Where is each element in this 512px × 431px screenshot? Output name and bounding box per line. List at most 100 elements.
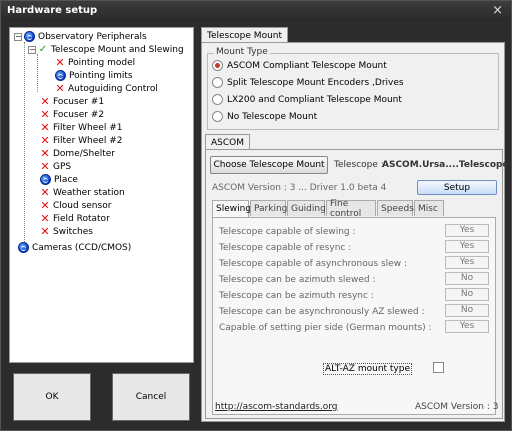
tree-item-label: Cameras (CCD/CMOS) xyxy=(32,242,132,253)
globe-icon xyxy=(55,70,66,81)
tree-item-pointing-model[interactable]: ✕ Pointing model xyxy=(55,56,135,69)
tree-connector xyxy=(37,54,38,92)
capability-value: No xyxy=(445,304,489,317)
ascom-standards-link[interactable]: http://ascom-standards.org xyxy=(215,402,337,412)
subtab-fine-control[interactable]: Fine control xyxy=(326,199,376,219)
subtab-bar: Slewing Parking Guiding Fine control Speeds M… xyxy=(212,199,496,219)
telescope-name: ASCOM.Ursa....Telescope xyxy=(382,160,509,170)
checkmark-icon: ✓ xyxy=(38,44,48,55)
tree-item-label: Focuser #2 xyxy=(53,109,105,120)
capability-label: Telescope capable of asynchronous slew : xyxy=(219,259,407,269)
tree-item-switches[interactable]: ✕ Switches xyxy=(40,225,93,238)
tree-item-cameras[interactable]: Cameras (CCD/CMOS) xyxy=(18,241,131,254)
capability-row: Telescope can be azimuth resync : No xyxy=(219,288,489,304)
tree-item-label: Pointing limits xyxy=(69,70,133,81)
close-icon[interactable]: × xyxy=(492,3,503,18)
window-title: Hardware setup xyxy=(7,5,98,16)
hardware-setup-window: Hardware setup × − Observatory Periphera… xyxy=(0,0,512,431)
tree-root[interactable]: − Observatory Peripherals xyxy=(14,30,147,43)
collapse-icon[interactable]: − xyxy=(28,45,36,54)
capability-value: Yes xyxy=(445,240,489,253)
tree-item-cloud-sensor[interactable]: ✕ Cloud sensor xyxy=(40,199,111,212)
error-x-icon: ✕ xyxy=(55,81,65,95)
radio-button[interactable] xyxy=(212,94,223,105)
tree-item-label: GPS xyxy=(53,161,72,172)
globe-icon xyxy=(18,242,29,253)
tree-item-filter-wheel-1[interactable]: ✕ Filter Wheel #1 xyxy=(40,121,122,134)
tree-item-filter-wheel-2[interactable]: ✕ Filter Wheel #2 xyxy=(40,134,122,147)
error-x-icon: ✕ xyxy=(55,55,65,69)
tree-item-weather-station[interactable]: ✕ Weather station xyxy=(40,185,125,199)
mount-type-option-label: Split Telescope Mount Encoders ,Drives xyxy=(227,77,404,88)
tree-item-telescope-mount[interactable]: − ✓ Telescope Mount and Slewing xyxy=(28,43,184,56)
subtab-parking[interactable]: Parking xyxy=(250,200,287,216)
tree-item-label: Pointing model xyxy=(68,57,136,68)
capability-row: Telescope can be azimuth slewed : No xyxy=(219,272,489,288)
collapse-icon[interactable]: − xyxy=(14,32,22,41)
subtab-misc[interactable]: Misc xyxy=(414,200,444,216)
capability-value: No xyxy=(445,288,489,301)
mount-type-option[interactable]: LX200 and Compliant Telescope Mount xyxy=(212,94,402,105)
mount-type-option-label: ASCOM Compliant Telescope Mount xyxy=(227,60,387,71)
subtab-slewing[interactable]: Slewing xyxy=(212,200,251,217)
tree-item-field-rotator[interactable]: ✕ Field Rotator xyxy=(40,211,109,225)
subtab-speeds[interactable]: Speeds xyxy=(377,200,414,216)
mount-type-option-label: LX200 and Compliant Telescope Mount xyxy=(227,94,402,105)
error-x-icon: ✕ xyxy=(40,198,50,212)
radio-button[interactable] xyxy=(212,77,223,88)
slewing-panel: Telescope capable of slewing : Yes Telesco… xyxy=(212,217,499,415)
globe-icon xyxy=(24,31,35,42)
cancel-button[interactable]: Cancel xyxy=(112,373,190,421)
capability-value: Yes xyxy=(445,224,489,237)
mount-type-option-label: No Telescope Mount xyxy=(227,111,318,122)
capability-row: Telescope capable of slewing : Yes xyxy=(219,224,489,240)
tree-item-place[interactable]: Place xyxy=(40,173,78,186)
tree-item-label: Weather station xyxy=(53,187,125,198)
tree-item-label: Place xyxy=(54,174,78,185)
capability-row: Capable of setting pier side (German mou… xyxy=(219,320,489,336)
tree-item-gps[interactable]: ✕ GPS xyxy=(40,160,71,173)
altaz-label: ALT-AZ mount type xyxy=(323,363,413,375)
mount-type-group: Mount Type ASCOM Compliant Telescope Mou… xyxy=(207,47,499,130)
capability-label: Capable of setting pier side (German mou… xyxy=(219,323,432,333)
capability-label: Telescope capable of resync : xyxy=(219,243,352,253)
error-x-icon: ✕ xyxy=(40,120,50,134)
tree-item-focuser-2[interactable]: ✕ Focuser #2 xyxy=(40,108,104,121)
tree-item-autoguiding-control[interactable]: ✕ Autoguiding Control xyxy=(55,81,158,95)
capability-value: Yes xyxy=(445,320,489,333)
title-bar: Hardware setup × xyxy=(1,1,511,21)
capability-row: Telescope capable of asynchronous slew :… xyxy=(219,256,489,272)
choose-telescope-mount-button[interactable]: Choose Telescope Mount xyxy=(210,156,328,174)
tree-item-dome-shelter[interactable]: ✕ Dome/Shelter xyxy=(40,147,115,160)
tree-root-label: Observatory Peripherals xyxy=(38,31,147,42)
altaz-checkbox[interactable] xyxy=(433,362,444,373)
mount-type-option[interactable]: No Telescope Mount xyxy=(212,111,317,122)
mount-type-option[interactable]: Split Telescope Mount Encoders ,Drives xyxy=(212,77,404,88)
tree-item-label: Filter Wheel #1 xyxy=(53,122,123,133)
tree-item-label: Autoguiding Control xyxy=(68,83,158,94)
tree-item-label: Focuser #1 xyxy=(53,96,105,107)
capability-value: Yes xyxy=(445,256,489,269)
ok-button[interactable]: OK xyxy=(13,373,91,421)
footer-version: ASCOM Version : 3 xyxy=(415,402,499,412)
tree-item-label: Cloud sensor xyxy=(53,200,112,211)
setup-button[interactable]: Setup xyxy=(417,180,497,195)
error-x-icon: ✕ xyxy=(40,94,50,108)
tree-item-pointing-limits[interactable]: Pointing limits xyxy=(55,69,133,82)
tree-item-label: Dome/Shelter xyxy=(53,148,115,159)
error-x-icon: ✕ xyxy=(40,107,50,121)
capability-row: Telescope capable of resync : Yes xyxy=(219,240,489,256)
tree-connector xyxy=(24,42,25,248)
radio-button[interactable] xyxy=(212,111,223,122)
error-x-icon: ✕ xyxy=(40,211,50,225)
capability-label: Telescope can be asynchronously AZ slewe… xyxy=(219,307,425,317)
telescope-prefix: Telescope : xyxy=(334,160,384,170)
mount-type-option[interactable]: ASCOM Compliant Telescope Mount xyxy=(212,60,387,71)
error-x-icon: ✕ xyxy=(40,185,50,199)
capability-row: Telescope can be asynchronously AZ slewe… xyxy=(219,304,489,320)
radio-button[interactable] xyxy=(212,60,223,71)
subtab-guiding[interactable]: Guiding xyxy=(287,200,326,216)
ascom-version-line: ASCOM Version : 3 ... Driver 1.0 beta 4 xyxy=(212,183,387,193)
tree-item-focuser-1[interactable]: ✕ Focuser #1 xyxy=(40,95,104,108)
mount-type-legend: Mount Type xyxy=(214,47,270,57)
